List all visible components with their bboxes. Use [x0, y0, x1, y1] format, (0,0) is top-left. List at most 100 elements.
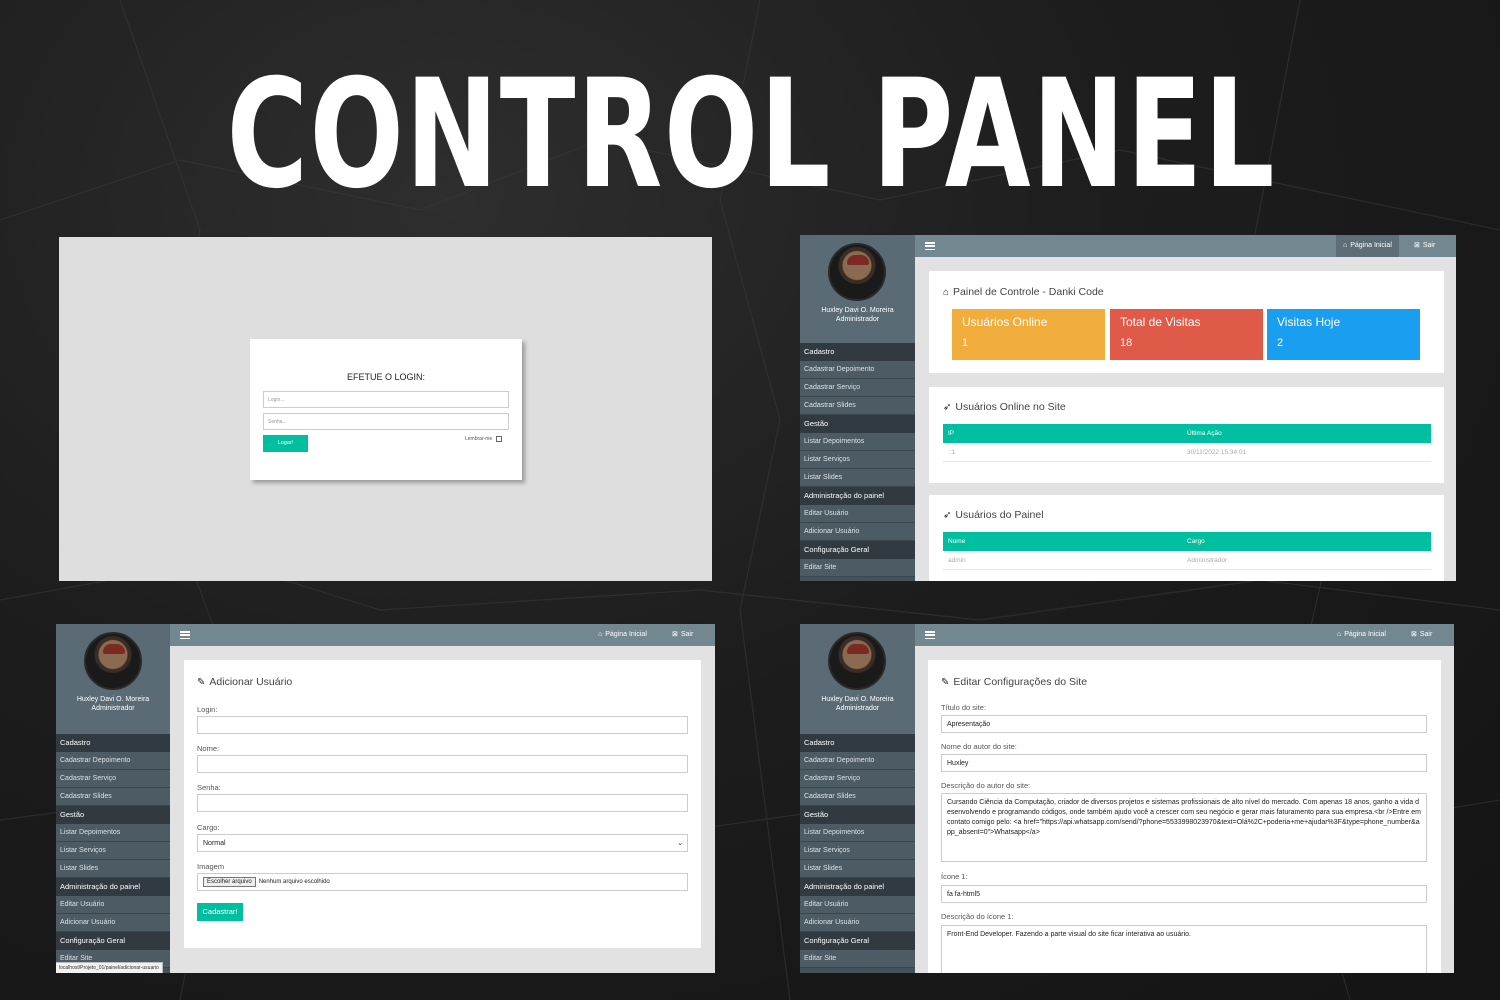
name-label: Nome:	[197, 744, 220, 753]
icon1-desc-textarea[interactable]: Front-End Developer. Fazendo a parte vis…	[941, 925, 1427, 973]
menu-heading-config: Configuração Geral	[56, 932, 170, 950]
dashboard-title: ⌂ Painel de Controle - Danki Code	[943, 286, 1104, 298]
menu-cadastrar-slides[interactable]: Cadastrar Slides	[800, 788, 915, 806]
menu-listar-slides[interactable]: Listar Slides	[56, 860, 170, 878]
profile-block: Huxley Davi O. Moreira Administrador	[800, 235, 915, 343]
page-title: CONTROL PANEL	[226, 48, 1277, 222]
login-button[interactable]: Logar!	[263, 435, 308, 452]
profile-role: Administrador	[835, 705, 880, 712]
panel-users-card: ➶ Usuários do Painel Nome Cargo admin Ad…	[929, 495, 1444, 581]
logout-icon: ⊠	[1414, 242, 1420, 249]
logout-icon: ⊠	[1411, 631, 1417, 638]
menu-cadastrar-slides[interactable]: Cadastrar Slides	[56, 788, 170, 806]
rocket-icon: ➶	[943, 509, 952, 521]
home-link[interactable]: ⌂ Página Inicial	[598, 624, 647, 646]
menu-cadastrar-servico[interactable]: Cadastrar Serviço	[56, 770, 170, 788]
panel-users-title: ➶ Usuários do Painel	[943, 509, 1044, 521]
menu-toggle-icon[interactable]	[925, 631, 935, 640]
table-header: IP Última Ação	[943, 424, 1431, 443]
menu-listar-servicos[interactable]: Listar Serviços	[800, 842, 915, 860]
role-label: Cargo:	[197, 823, 220, 832]
password-input[interactable]	[197, 794, 688, 812]
menu-heading-gestao: Gestão	[800, 415, 915, 433]
home-icon: ⌂	[943, 286, 950, 298]
remember-checkbox[interactable]	[496, 436, 503, 442]
site-title-input[interactable]: Apresentação	[941, 715, 1427, 733]
menu-toggle-icon[interactable]	[180, 631, 190, 640]
menu-cadastrar-depoimento[interactable]: Cadastrar Depoimento	[800, 752, 915, 770]
logout-link[interactable]: ⊠ Sair	[1411, 624, 1432, 646]
home-icon: ⌂	[1337, 631, 1342, 638]
logout-icon: ⊠	[672, 631, 678, 638]
menu-adicionar-usuario[interactable]: Adicionar Usuário	[56, 914, 170, 932]
menu-listar-servicos[interactable]: Listar Serviços	[56, 842, 170, 860]
menu-editar-site[interactable]: Editar Site	[800, 950, 915, 968]
menu-cadastrar-depoimento[interactable]: Cadastrar Depoimento	[56, 752, 170, 770]
icon1-input[interactable]: fa fa-html5	[941, 885, 1427, 903]
menu-cadastrar-servico[interactable]: Cadastrar Serviço	[800, 770, 915, 788]
avatar	[828, 632, 886, 690]
choose-file-button[interactable]: Escolher arquivo	[203, 877, 256, 887]
menu-listar-slides[interactable]: Listar Slides	[800, 469, 915, 487]
menu-listar-slides[interactable]: Listar Slides	[800, 860, 915, 878]
menu-heading-admin: Administração do painel	[800, 487, 915, 505]
menu-cadastrar-slides[interactable]: Cadastrar Slides	[800, 397, 915, 415]
online-users-table: IP Última Ação ::1 30/11/2022 15:34:01	[943, 424, 1431, 462]
edit-site-screen: Huxley Davi O. Moreira Administrador Cad…	[800, 624, 1454, 973]
menu-toggle-icon[interactable]	[925, 242, 935, 251]
author-input[interactable]: Huxley	[941, 754, 1427, 772]
profile-block: Huxley Davi O. Moreira Administrador	[800, 624, 915, 734]
menu-adicionar-usuario[interactable]: Adicionar Usuário	[800, 914, 915, 932]
profile-block: Huxley Davi O. Moreira Administrador	[56, 624, 170, 734]
menu-adicionar-usuario[interactable]: Adicionar Usuário	[800, 523, 915, 541]
sidebar: Huxley Davi O. Moreira Administrador Cad…	[800, 624, 915, 973]
login-input[interactable]: Login...	[263, 391, 509, 408]
avatar	[828, 243, 886, 301]
topbar: ⌂ Página Inicial ⊠ Sair	[915, 624, 1454, 646]
menu-editar-usuario[interactable]: Editar Usuário	[56, 896, 170, 914]
name-input[interactable]	[197, 755, 688, 773]
login-input[interactable]	[197, 716, 688, 734]
home-link[interactable]: ⌂ Página Inicial	[1336, 235, 1399, 257]
add-user-content: ✎ Adicionar Usuário Login: Nome: Senha: …	[170, 646, 715, 973]
author-desc-label: Descrição do autor do site:	[941, 781, 1031, 790]
avatar	[84, 632, 142, 690]
role-select[interactable]: Normal ⌄	[197, 834, 688, 852]
home-link[interactable]: ⌂ Página Inicial	[1337, 624, 1386, 646]
remember-label: Lembrar-me	[465, 436, 493, 442]
menu-editar-usuario[interactable]: Editar Usuário	[800, 896, 915, 914]
submit-button[interactable]: Cadastrar!	[197, 903, 243, 921]
menu-heading-cadastro: Cadastro	[56, 734, 170, 752]
login-title: EFETUE O LOGIN:	[346, 372, 425, 382]
pencil-icon: ✎	[941, 676, 950, 688]
sidebar: Huxley Davi O. Moreira Administrador Cad…	[800, 235, 915, 581]
menu-listar-servicos[interactable]: Listar Serviços	[800, 451, 915, 469]
image-file-input[interactable]: Escolher arquivo Nenhum arquivo escolhid…	[197, 873, 688, 891]
edit-site-card: ✎ Editar Configurações do Site Título do…	[928, 660, 1441, 973]
password-input[interactable]: Senha...	[263, 413, 509, 430]
edit-site-content: ✎ Editar Configurações do Site Título do…	[915, 646, 1454, 973]
remember-me[interactable]: Lembrar-me	[465, 436, 503, 442]
logout-link[interactable]: ⊠ Sair	[672, 624, 693, 646]
menu-editar-site[interactable]: Editar Site	[800, 559, 915, 577]
home-icon: ⌂	[1343, 242, 1348, 249]
menu-cadastrar-depoimento[interactable]: Cadastrar Depoimento	[800, 361, 915, 379]
menu-listar-depoimentos[interactable]: Listar Depoimentos	[56, 824, 170, 842]
sidebar: Huxley Davi O. Moreira Administrador Cad…	[56, 624, 170, 973]
menu-heading-admin: Administração do painel	[56, 878, 170, 896]
home-icon: ⌂	[598, 631, 603, 638]
author-desc-textarea[interactable]: Cursando Ciência da Computação, criador …	[941, 793, 1427, 862]
file-status: Nenhum arquivo escolhido	[258, 879, 330, 885]
profile-role: Administrador	[835, 316, 880, 323]
icon1-label: Ícone 1:	[941, 872, 968, 881]
add-user-title: ✎ Adicionar Usuário	[197, 676, 293, 688]
profile-name: Huxley Davi O. Moreira	[821, 307, 894, 314]
menu-editar-usuario[interactable]: Editar Usuário	[800, 505, 915, 523]
site-title-label: Título do site:	[941, 703, 987, 712]
stat-users-online: Usuários Online 1	[952, 309, 1105, 360]
menu-cadastrar-servico[interactable]: Cadastrar Serviço	[800, 379, 915, 397]
image-label: Imagem	[197, 862, 225, 871]
logout-link[interactable]: ⊠ Sair	[1414, 235, 1435, 257]
menu-listar-depoimentos[interactable]: Listar Depoimentos	[800, 433, 915, 451]
menu-listar-depoimentos[interactable]: Listar Depoimentos	[800, 824, 915, 842]
